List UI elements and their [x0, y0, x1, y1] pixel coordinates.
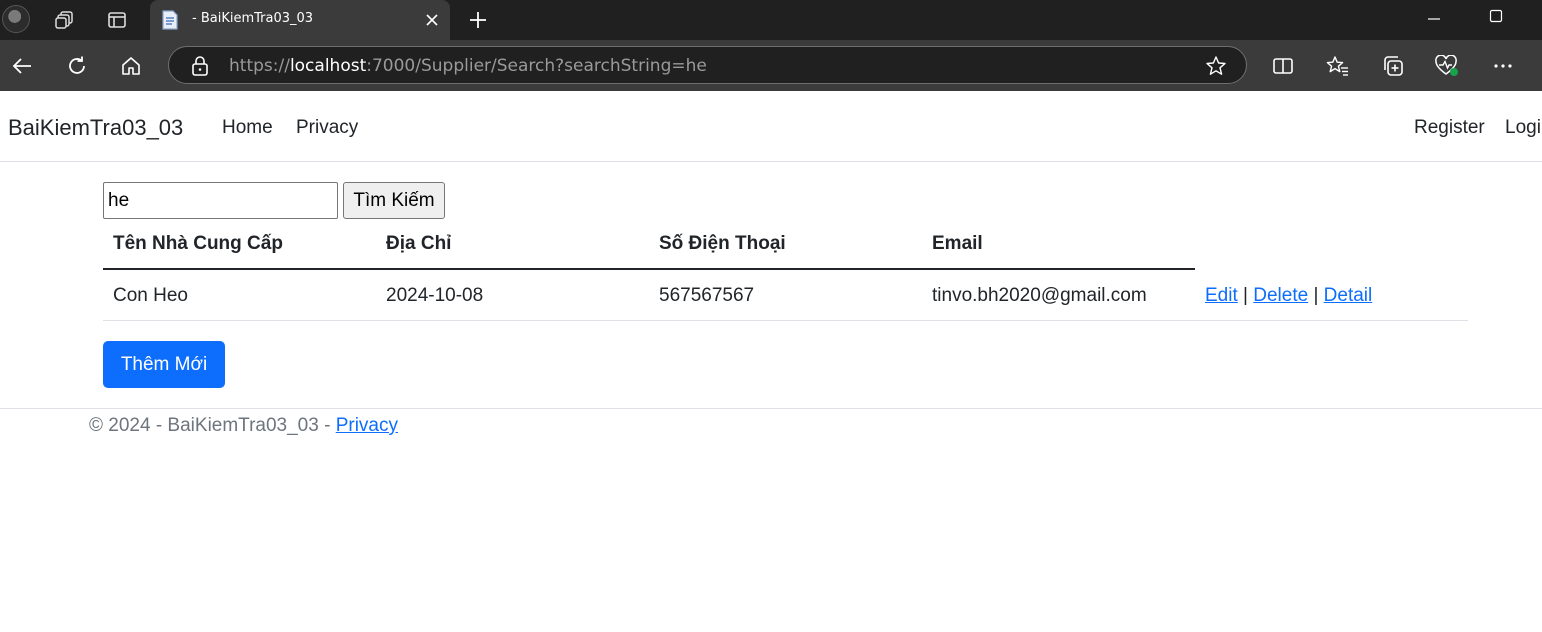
nav-link-login[interactable]: Logi	[1505, 117, 1541, 139]
maximize-icon[interactable]	[1482, 4, 1510, 28]
home-icon[interactable]	[117, 52, 145, 80]
tab-actions-icon[interactable]	[103, 6, 131, 34]
star-icon[interactable]	[1205, 55, 1227, 77]
url-path: :7000/Supplier/Search?searchString=he	[366, 56, 707, 76]
add-new-button[interactable]: Thêm Mới	[103, 341, 225, 388]
table-header-address: Địa Chỉ	[386, 233, 452, 254]
nav-link-register[interactable]: Register	[1414, 117, 1485, 139]
favorites-icon[interactable]	[1324, 52, 1352, 80]
cell-phone: 567567567	[659, 285, 755, 306]
url-scheme: https://	[229, 56, 290, 76]
navbar-brand[interactable]: BaiKiemTra03_03	[8, 115, 183, 141]
profile-avatar[interactable]	[2, 5, 30, 33]
more-icon[interactable]	[1489, 52, 1517, 80]
tab-title: - BaiKiemTra03_03	[192, 11, 314, 26]
site-footer: © 2024 - BaiKiemTra03_03 - Privacy	[0, 408, 1542, 449]
action-separator: |	[1313, 285, 1319, 306]
workspaces-icon[interactable]	[51, 6, 79, 34]
url-host: localhost	[289, 56, 367, 76]
browser-essentials-icon[interactable]	[1433, 52, 1461, 80]
site-navbar: BaiKiemTra03_03 Home Privacy Register Lo…	[0, 91, 1542, 162]
search-button[interactable]: Tìm Kiếm	[343, 182, 445, 219]
plus-icon[interactable]	[466, 8, 490, 32]
edit-link[interactable]: Edit	[1205, 285, 1238, 306]
url-text[interactable]: https://localhost:7000/Supplier/Search?s…	[229, 56, 707, 76]
active-tab[interactable]: - BaiKiemTra03_03	[150, 0, 450, 40]
split-screen-icon[interactable]	[1269, 52, 1297, 80]
delete-link[interactable]: Delete	[1253, 285, 1308, 306]
detail-link[interactable]: Detail	[1324, 285, 1373, 306]
cell-address: 2024-10-08	[386, 285, 484, 306]
address-bar[interactable]: https://localhost:7000/Supplier/Search?s…	[168, 46, 1247, 84]
refresh-icon[interactable]	[63, 52, 91, 80]
page-favicon	[162, 10, 178, 30]
collections-icon[interactable]	[1379, 52, 1407, 80]
nav-link-home[interactable]: Home	[222, 117, 273, 139]
close-icon[interactable]	[422, 10, 442, 30]
browser-tab-strip: - BaiKiemTra03_03	[0, 0, 1542, 40]
nav-link-privacy[interactable]: Privacy	[296, 117, 358, 139]
table-row-divider	[103, 320, 1468, 321]
back-arrow-icon[interactable]	[8, 52, 36, 80]
footer-text: © 2024 - BaiKiemTra03_03 - Privacy	[89, 415, 398, 437]
action-separator: |	[1243, 285, 1248, 306]
lock-icon[interactable]	[189, 55, 211, 77]
browser-toolbar: https://localhost:7000/Supplier/Search?s…	[0, 40, 1542, 91]
table-header-divider	[103, 268, 1195, 270]
table-header-supplier-name: Tên Nhà Cung Cấp	[113, 233, 283, 254]
footer-privacy-link[interactable]: Privacy	[336, 415, 398, 436]
footer-copyright: © 2024 - BaiKiemTra03_03 -	[89, 415, 336, 436]
table-header-email: Email	[932, 233, 983, 254]
row-actions: Edit | Delete | Detail	[1205, 285, 1372, 307]
table-header-phone: Số Điện Thoại	[659, 233, 786, 254]
cell-email: tinvo.bh2020@gmail.com	[932, 285, 1147, 306]
minimize-icon[interactable]	[1420, 6, 1448, 30]
cell-supplier-name: Con Heo	[113, 285, 188, 306]
search-input[interactable]	[103, 182, 338, 219]
